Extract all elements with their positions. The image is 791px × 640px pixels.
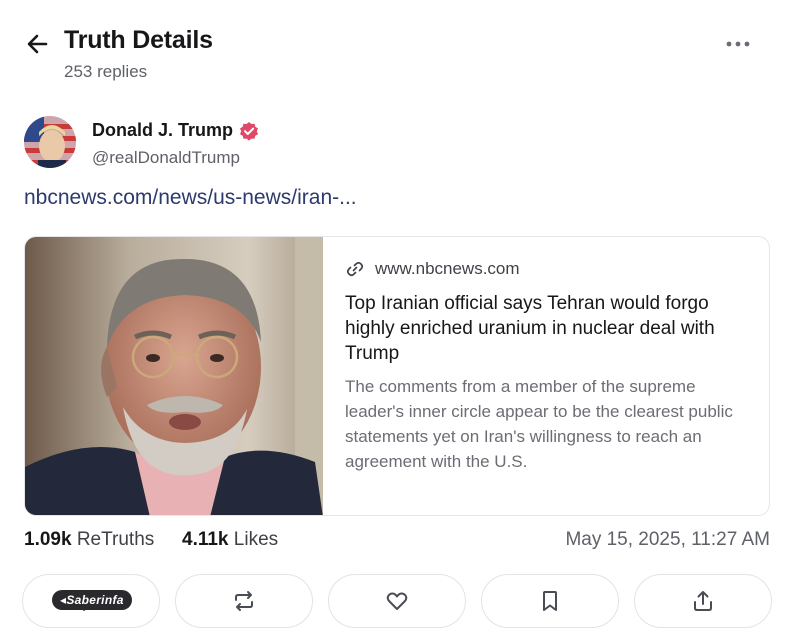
- watermark: ◂Saberinfa: [52, 590, 132, 610]
- author-name[interactable]: Donald J. Trump: [92, 120, 259, 141]
- link-preview-body: www.nbcnews.com Top Iranian official say…: [345, 259, 745, 474]
- avatar[interactable]: [24, 116, 76, 168]
- heart-icon: [386, 592, 408, 610]
- post-timestamp: May 15, 2025, 11:27 AM: [565, 529, 770, 550]
- author-name-text: Donald J. Trump: [92, 120, 234, 140]
- share-button[interactable]: [634, 574, 772, 628]
- retruth-icon: [235, 591, 253, 611]
- page-header: Truth Details 253 replies: [24, 26, 769, 86]
- link-title: Top Iranian official says Tehran would f…: [345, 293, 715, 364]
- watermark-text: Saberinfa: [66, 593, 124, 607]
- bookmark-button[interactable]: [481, 574, 619, 628]
- arrow-left-icon: [27, 34, 48, 54]
- post-link[interactable]: nbcnews.com/news/us-news/iran-...: [24, 186, 357, 210]
- link-preview-card[interactable]: www.nbcnews.com Top Iranian official say…: [24, 236, 770, 516]
- page-title: Truth Details: [64, 26, 213, 54]
- share-icon: [694, 591, 712, 611]
- author-handle[interactable]: @realDonaldTrump: [92, 148, 240, 168]
- more-options-button[interactable]: [723, 36, 753, 52]
- retruths-stat[interactable]: 1.09k ReTruths: [24, 529, 154, 551]
- post-stats: 1.09k ReTruths 4.11k Likes May 15, 2025,…: [24, 529, 770, 555]
- bookmark-icon: [543, 591, 557, 611]
- replies-count[interactable]: 253 replies: [64, 62, 147, 82]
- retruths-count: 1.09k: [24, 529, 72, 550]
- post-actions-bar: [22, 574, 772, 628]
- like-button[interactable]: [328, 574, 466, 628]
- more-horizontal-icon: [726, 41, 750, 47]
- retruths-label: ReTruths: [76, 529, 155, 550]
- link-domain: www.nbcnews.com: [375, 259, 520, 278]
- link-description: The comments from a member of the suprem…: [345, 377, 733, 471]
- link-domain-row: www.nbcnews.com: [345, 259, 745, 279]
- post-author[interactable]: Donald J. Trump @realDonaldTrump: [24, 116, 424, 172]
- likes-label: Likes: [233, 529, 279, 550]
- back-button[interactable]: [24, 30, 52, 58]
- article-thumbnail: [25, 237, 323, 515]
- retruth-button[interactable]: [175, 574, 313, 628]
- link-icon: [346, 261, 364, 277]
- verified-badge-icon: [240, 121, 259, 141]
- likes-stat[interactable]: 4.11k Likes: [182, 529, 278, 551]
- likes-count: 4.11k: [182, 529, 229, 550]
